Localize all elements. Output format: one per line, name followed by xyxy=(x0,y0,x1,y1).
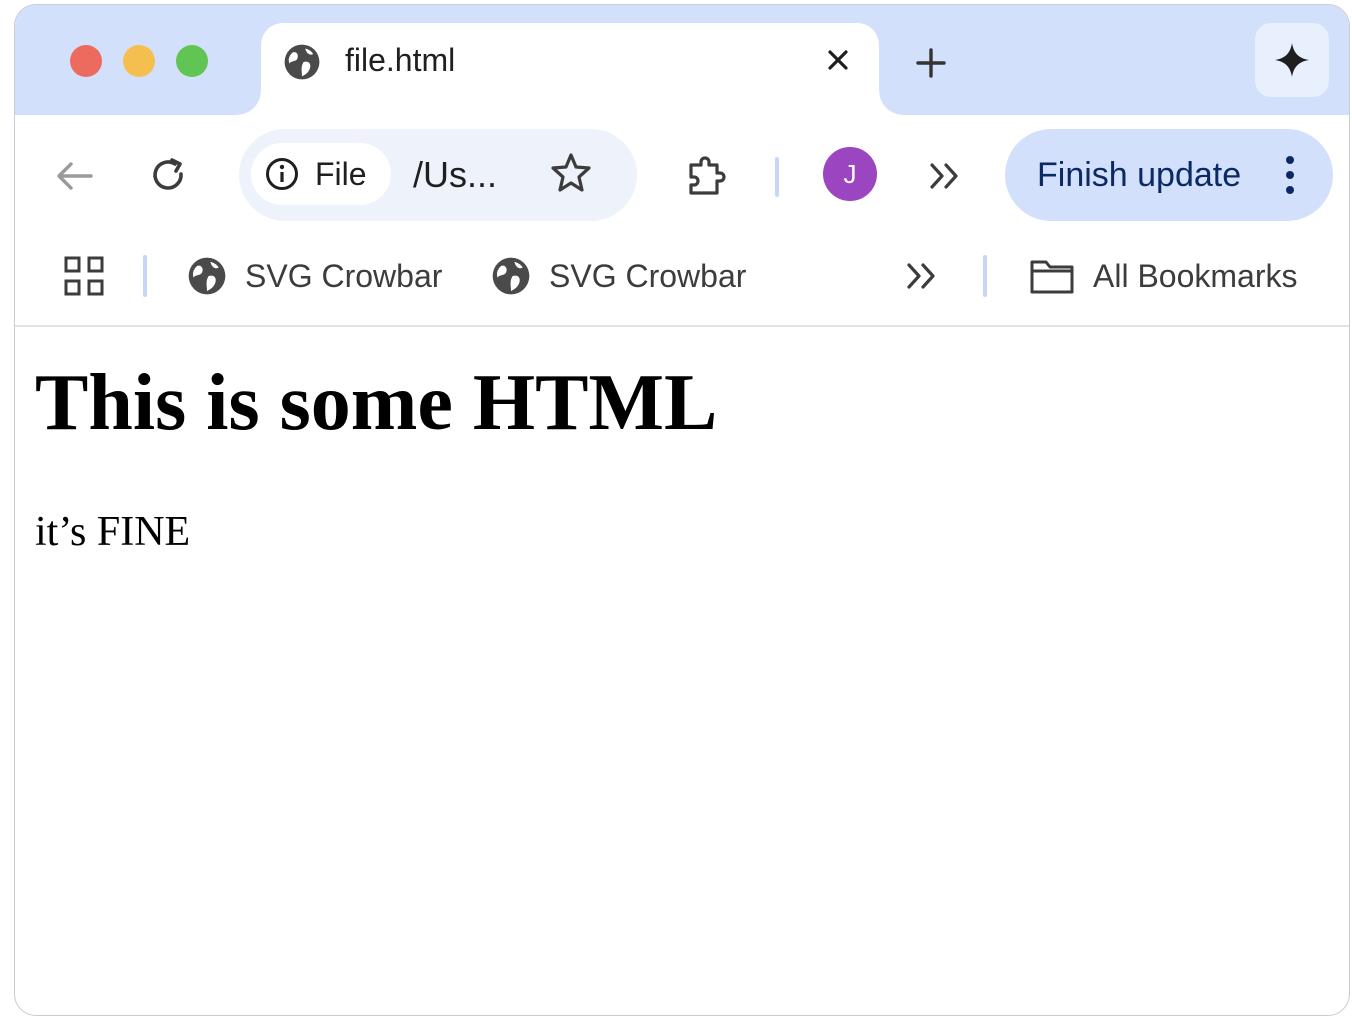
all-bookmarks-label: All Bookmarks xyxy=(1093,258,1298,294)
toolbar: File /Us... J Finish update xyxy=(15,115,1349,233)
close-window-button[interactable] xyxy=(70,45,102,77)
globe-icon xyxy=(188,257,226,295)
kebab-menu-icon[interactable] xyxy=(1275,153,1305,197)
bookmark-item[interactable]: SVG Crowbar xyxy=(491,251,746,301)
url-text[interactable]: /Us... xyxy=(413,153,497,197)
page-paragraph: it’s FINE xyxy=(35,509,191,555)
all-bookmarks-button[interactable]: All Bookmarks xyxy=(1029,251,1298,301)
sparkle-icon[interactable] xyxy=(1255,23,1329,97)
extensions-icon[interactable] xyxy=(683,153,731,201)
finish-update-label: Finish update xyxy=(1037,156,1242,194)
chevron-double-right-icon[interactable] xyxy=(925,157,967,195)
back-arrow-icon[interactable] xyxy=(53,155,95,197)
close-icon[interactable] xyxy=(819,41,857,79)
site-info-chip[interactable]: File xyxy=(251,143,391,205)
bookmark-label: SVG Crowbar xyxy=(549,258,747,294)
site-info-label: File xyxy=(315,156,367,192)
bookmarks-bar: SVG Crowbar SVG Crowbar All Bookmarks xyxy=(15,233,1349,327)
bookmarks-divider xyxy=(143,255,147,297)
address-bar[interactable]: File /Us... xyxy=(239,129,637,221)
folder-icon xyxy=(1030,260,1074,294)
avatar[interactable]: J xyxy=(823,147,877,201)
tab-active[interactable]: file.html xyxy=(261,23,879,123)
reload-icon[interactable] xyxy=(147,153,191,197)
tab-title: file.html xyxy=(345,42,456,78)
tab-edge-right xyxy=(879,91,903,115)
tab-strip: file.html xyxy=(15,5,1349,123)
info-icon xyxy=(266,158,298,190)
plus-icon[interactable] xyxy=(911,43,951,83)
star-icon[interactable] xyxy=(549,151,593,195)
bookmarks-divider xyxy=(983,255,987,297)
globe-icon xyxy=(284,44,320,80)
minimize-window-button[interactable] xyxy=(123,45,155,77)
chevron-double-right-icon[interactable] xyxy=(905,251,941,301)
page-heading: This is some HTML xyxy=(35,359,718,447)
browser-window: file.html File /Us... J Finish update SV… xyxy=(14,4,1350,1016)
zoom-window-button[interactable] xyxy=(176,45,208,77)
tab-edge-left xyxy=(237,91,261,115)
bookmark-label: SVG Crowbar xyxy=(245,258,443,294)
finish-update-button[interactable]: Finish update xyxy=(1005,129,1333,221)
apps-grid-icon[interactable] xyxy=(63,251,105,301)
bookmark-item[interactable]: SVG Crowbar xyxy=(187,251,442,301)
globe-icon xyxy=(492,257,530,295)
toolbar-divider xyxy=(775,157,779,197)
